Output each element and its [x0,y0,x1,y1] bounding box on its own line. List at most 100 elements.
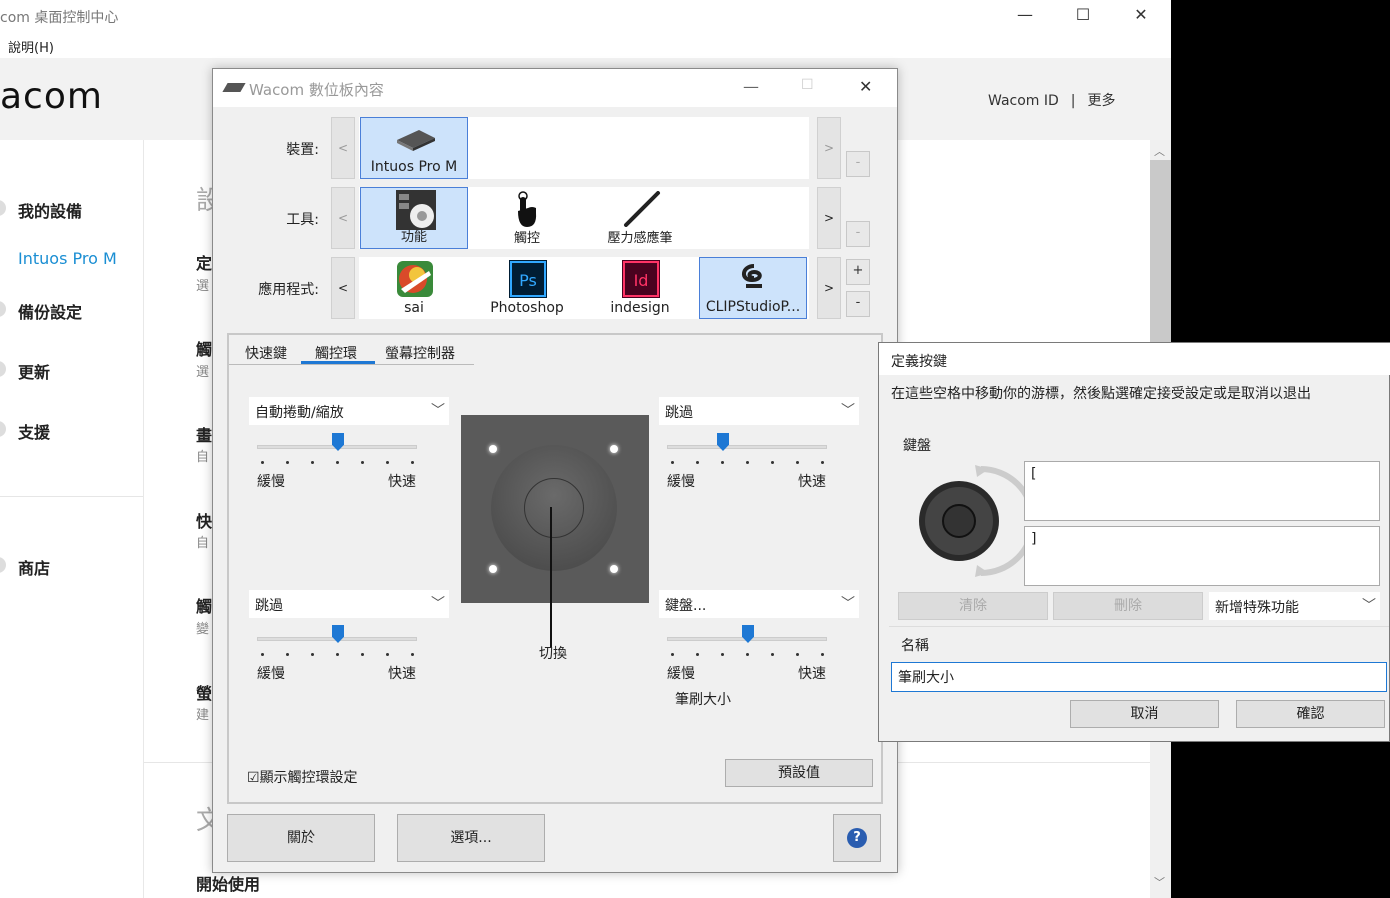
tool-express-keys[interactable]: 功能 [360,187,468,249]
dropdown-value: 自動捲動/縮放 [255,405,344,421]
app-clip-studio[interactable]: CLIPStudioP... [699,257,807,319]
minimize-button[interactable]: — [996,0,1054,32]
checkbox-label: 顯示觸控環設定 [259,770,358,786]
ring-mode-2-speed-slider[interactable]: 緩慢 快速 [667,431,837,491]
minimize-button[interactable]: — [743,77,759,96]
svg-text:Ps: Ps [519,271,537,290]
key-ring-counterclockwise-field[interactable]: ] [1024,526,1380,586]
tablet-app-icon [222,83,246,92]
ring-led-3 [489,565,497,573]
ring-mode-4-speed-slider[interactable]: 緩慢 快速 [667,623,837,683]
tool-next-button[interactable]: > [817,187,841,249]
main-titlebar: com 桌面控制中心 — ☐ ✕ [0,0,1171,32]
sidebar-item-intuos-pro-m[interactable]: Intuos Pro M [18,249,117,268]
ring-mode-1-speed-slider[interactable]: 緩慢 快速 [257,431,427,491]
app-remove-button[interactable]: - [846,291,870,317]
sai-icon [397,261,433,297]
about-button[interactable]: 關於 [227,814,375,862]
device-intuos-pro-m[interactable]: Intuos Pro M [360,117,468,179]
help-button[interactable]: ? [833,814,881,862]
delete-button: 刪除 [1053,592,1203,620]
app-indesign[interactable]: Id indesign [586,257,694,319]
section-label: 定 [196,254,213,273]
ok-button[interactable]: 確認 [1236,700,1385,728]
ring-mode-4-dropdown[interactable]: 鍵盤... ﹀ [659,590,859,618]
ring-led-1 [489,445,497,453]
section-label: 快 [196,512,213,531]
tool-label: 功能 [400,230,427,245]
key-ring-clockwise-field[interactable]: [ [1024,461,1380,521]
tab-underline-track [229,364,474,365]
close-button[interactable]: ✕ [859,77,872,96]
menu-help[interactable]: 說明(H) [8,37,54,56]
main-menubar: 說明(H) [0,32,1171,58]
app-photoshop[interactable]: Ps Photoshop [473,257,581,319]
default-button[interactable]: 預設值 [725,759,873,787]
toggle-label: 切換 [539,646,567,662]
slider-ticks [261,461,421,465]
app-label: Photoshop [490,300,564,316]
app-sai[interactable]: sai [360,257,468,319]
update-icon [0,361,6,377]
main-scrollbar-thumb[interactable] [1150,160,1171,360]
cancel-button[interactable]: 取消 [1070,700,1219,728]
ring-mode-1-dropdown[interactable]: 自動捲動/縮放 ﹀ [249,397,449,425]
sidebar: 我的設備 Intuos Pro M 備份設定 更新 支援 商店 [0,140,143,898]
tab-on-screen-controls[interactable]: 螢幕控制器 [385,343,455,363]
slider-slow-label: 緩慢 [257,474,285,490]
name-label: 名稱 [901,638,929,654]
maximize-button[interactable]: ☐ [1054,0,1112,32]
section-label: 畫 [196,426,213,445]
device-row-label: 裝置: [286,142,319,158]
field-value: ] [1031,531,1037,547]
tool-prev-button[interactable]: < [331,187,355,249]
app-add-button[interactable]: + [846,259,870,285]
help-icon: ? [847,828,867,848]
tab-express-keys[interactable]: 快速鍵 [245,343,287,363]
tool-pen[interactable]: 壓力感應筆 [586,187,694,249]
input-value: 筆刷大小 [898,670,954,686]
main-window-title: com 桌面控制中心 [0,10,119,26]
slider-slow-label: 緩慢 [667,474,695,490]
touch-ring-center [524,478,584,538]
sidebar-item-label: 我的設備 [18,202,83,221]
dropdown-value: 跳過 [665,405,693,421]
show-ring-settings-checkbox[interactable]: ☑顯示觸控環設定 [247,767,358,787]
group-divider [889,626,1389,627]
device-prev-button[interactable]: < [331,117,355,179]
sidebar-item-label: 更新 [18,363,51,382]
store-icon [0,557,6,573]
close-button[interactable]: ✕ [1112,0,1170,32]
chevron-down-icon: ﹀ [841,403,855,419]
tool-touch[interactable]: 觸控 [473,187,581,249]
app-next-button[interactable]: > [817,257,841,319]
more-link[interactable]: 更多 [1088,93,1116,109]
ring-mode-3-dropdown[interactable]: 跳過 ﹀ [249,590,449,618]
field-value: [ [1031,466,1037,482]
chevron-down-icon: ﹀ [841,596,855,612]
device-next-button[interactable]: > [817,117,841,179]
section-sub: 選 [196,279,210,294]
scroll-down-icon[interactable]: ﹀ [1154,874,1165,890]
ring-mode-2-dropdown[interactable]: 跳過 ﹀ [659,397,859,425]
express-keys-icon [396,190,436,230]
ring-mode-3-speed-slider[interactable]: 緩慢 快速 [257,623,427,683]
options-button[interactable]: 選項... [397,814,545,862]
header-separator: | [1070,93,1076,109]
pen-icon [624,191,660,227]
app-row-label: 應用程式: [258,282,319,298]
add-special-dropdown[interactable]: 新增特殊功能 ﹀ [1209,592,1380,620]
wacom-id-link[interactable]: Wacom ID [988,93,1059,109]
dropdown-value: 鍵盤... [665,598,707,614]
slider-ticks [671,653,831,657]
device-strip: Intuos Pro M [359,117,809,179]
name-input[interactable]: 筆刷大小 [891,662,1387,692]
getting-started-link[interactable]: 開始使用 [196,871,260,895]
app-prev-button[interactable]: < [331,257,355,319]
touch-ring-panel: 快速鍵 觸控環 螢幕控制器 自動捲動/縮放 ﹀ 緩慢 快速 跳過 ﹀ 緩慢 快速 [227,333,883,804]
tab-touch-ring[interactable]: 觸控環 [315,343,357,363]
tablet-properties-dialog: Wacom 數位板內容 — ☐ ✕ 裝置: < Intuos Pro M > -… [212,68,898,873]
scroll-up-icon[interactable]: ︿ [1154,143,1165,159]
maximize-button: ☐ [801,77,814,93]
define-key-instruction: 在這些空格中移動你的游標，然後點選確定接受設定或是取消以退出 [891,386,1311,402]
